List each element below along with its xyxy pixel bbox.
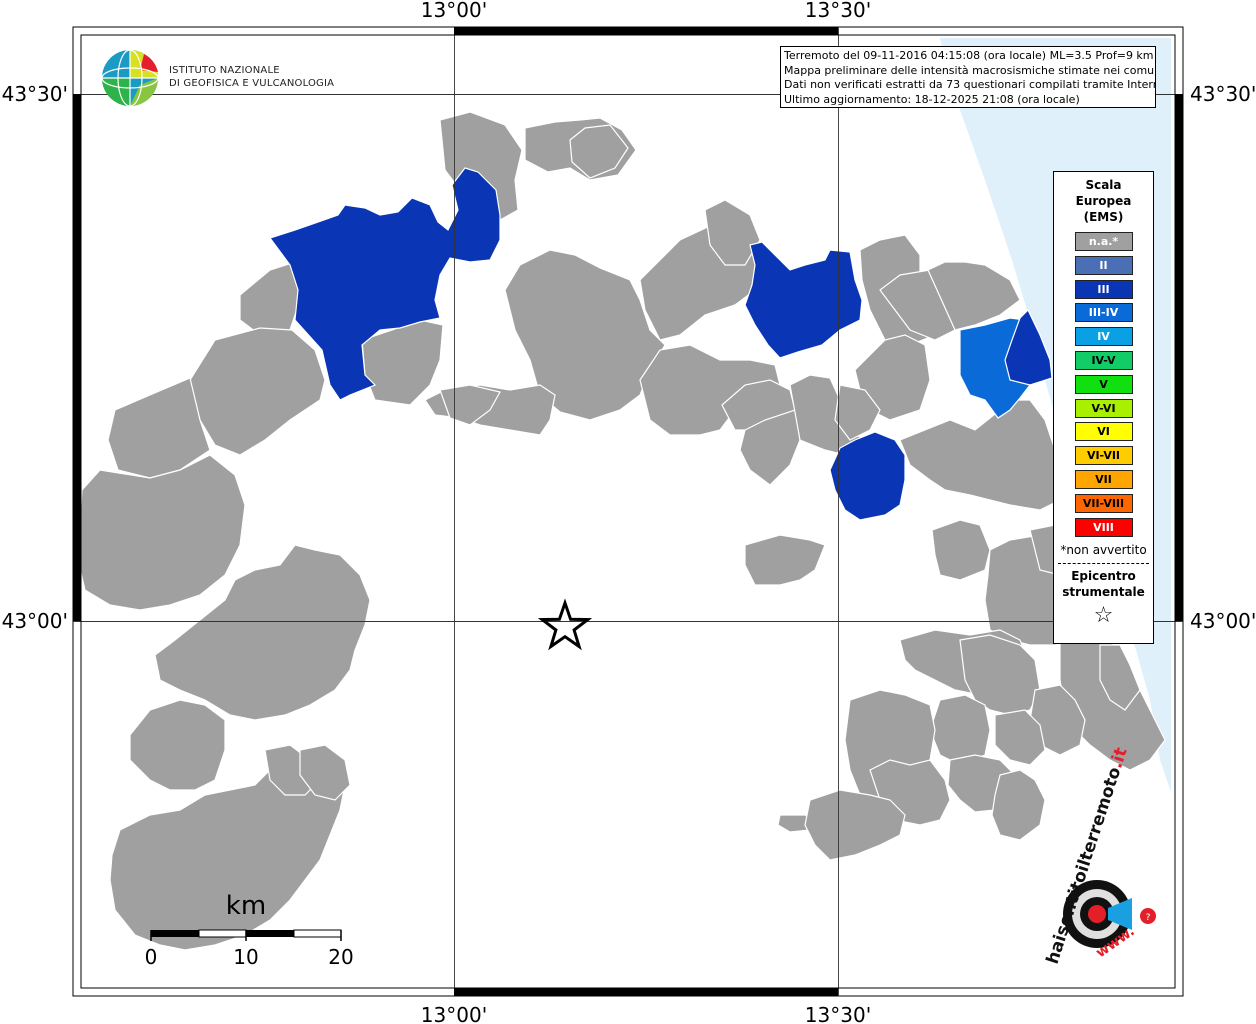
legend-item: VII-VIII <box>1074 493 1133 513</box>
legend-note: *non avvertito <box>1060 542 1147 557</box>
legend-item: n.a.* <box>1074 232 1133 251</box>
legend-item: III-IV <box>1074 303 1133 323</box>
lon-label-top-right: 13°30' <box>805 0 871 22</box>
legend-item: V <box>1074 374 1133 394</box>
legend-title-line1: Scala <box>1085 178 1122 192</box>
scale-tick-10: 10 <box>233 945 258 969</box>
legend-epicenter-line2: strumentale <box>1062 584 1145 599</box>
legend-item: IV <box>1074 327 1133 347</box>
legend-title-line2: Europea <box>1075 194 1132 208</box>
ingv-name-line2: DI GEOFISICA E VULCANOLOGIA <box>169 78 335 89</box>
legend-item: VI-VII <box>1074 446 1133 466</box>
info-line-4: Ultimo aggiornamento: 18-12-2025 21:08 (… <box>784 92 1080 106</box>
ingv-logo-icon <box>101 49 159 107</box>
legend-items: n.a.* II III III-IV IV IV-V V V-VI VI VI-VII VII VI… <box>1054 232 1153 537</box>
lon-label-bottom-right: 13°30' <box>805 1003 871 1024</box>
legend-item: VI <box>1074 422 1133 442</box>
info-line-1: Terremoto del 09-11-2016 04:15:08 (ora l… <box>784 49 1154 62</box>
svg-text:?: ? <box>1146 913 1151 923</box>
legend-title-line3: (EMS) <box>1083 210 1124 224</box>
scale-tick-0: 0 <box>145 945 158 969</box>
info-line-2: Mappa preliminare delle intensità macros… <box>784 63 1156 77</box>
info-line-3: Dati non verificati estratti da 73 quest… <box>784 78 1156 91</box>
legend-item: II <box>1074 255 1133 275</box>
info-box: Terremoto del 09-11-2016 04:15:08 (ora l… <box>780 46 1156 108</box>
ingv-name: ISTITUTO NAZIONALE DI GEOFISICA E VULCAN… <box>169 64 334 90</box>
legend-item: IV-V <box>1074 350 1133 370</box>
legend-title: Scala Europea (EMS) <box>1054 177 1153 225</box>
legend-item: VII <box>1074 469 1133 489</box>
legend-separator <box>1058 562 1149 564</box>
lat-label-right-top: 43°30' <box>1190 82 1256 106</box>
legend: Scala Europea (EMS) n.a.* II III III-IV IV IV… <box>1053 171 1154 644</box>
scale-tick-20: 20 <box>328 945 353 969</box>
legend-item: VIII <box>1074 517 1133 537</box>
scale-unit: km <box>226 891 266 921</box>
legend-epicenter-label: Epicentro strumentale <box>1054 568 1153 600</box>
legend-star-icon: ☆ <box>1093 602 1114 628</box>
lon-label-top-left: 13°00' <box>421 0 487 22</box>
lat-label-left-bottom: 43°00' <box>2 609 68 633</box>
legend-item: III <box>1074 279 1133 299</box>
lat-label-right-bottom: 43°00' <box>1190 609 1256 633</box>
legend-epicenter-line1: Epicentro <box>1071 568 1136 583</box>
ingv-name-line1: ISTITUTO NAZIONALE <box>169 65 280 76</box>
lon-label-bottom-left: 13°00' <box>421 1003 487 1024</box>
legend-item: V-VI <box>1074 398 1133 418</box>
lat-label-left-top: 43°30' <box>2 82 68 106</box>
